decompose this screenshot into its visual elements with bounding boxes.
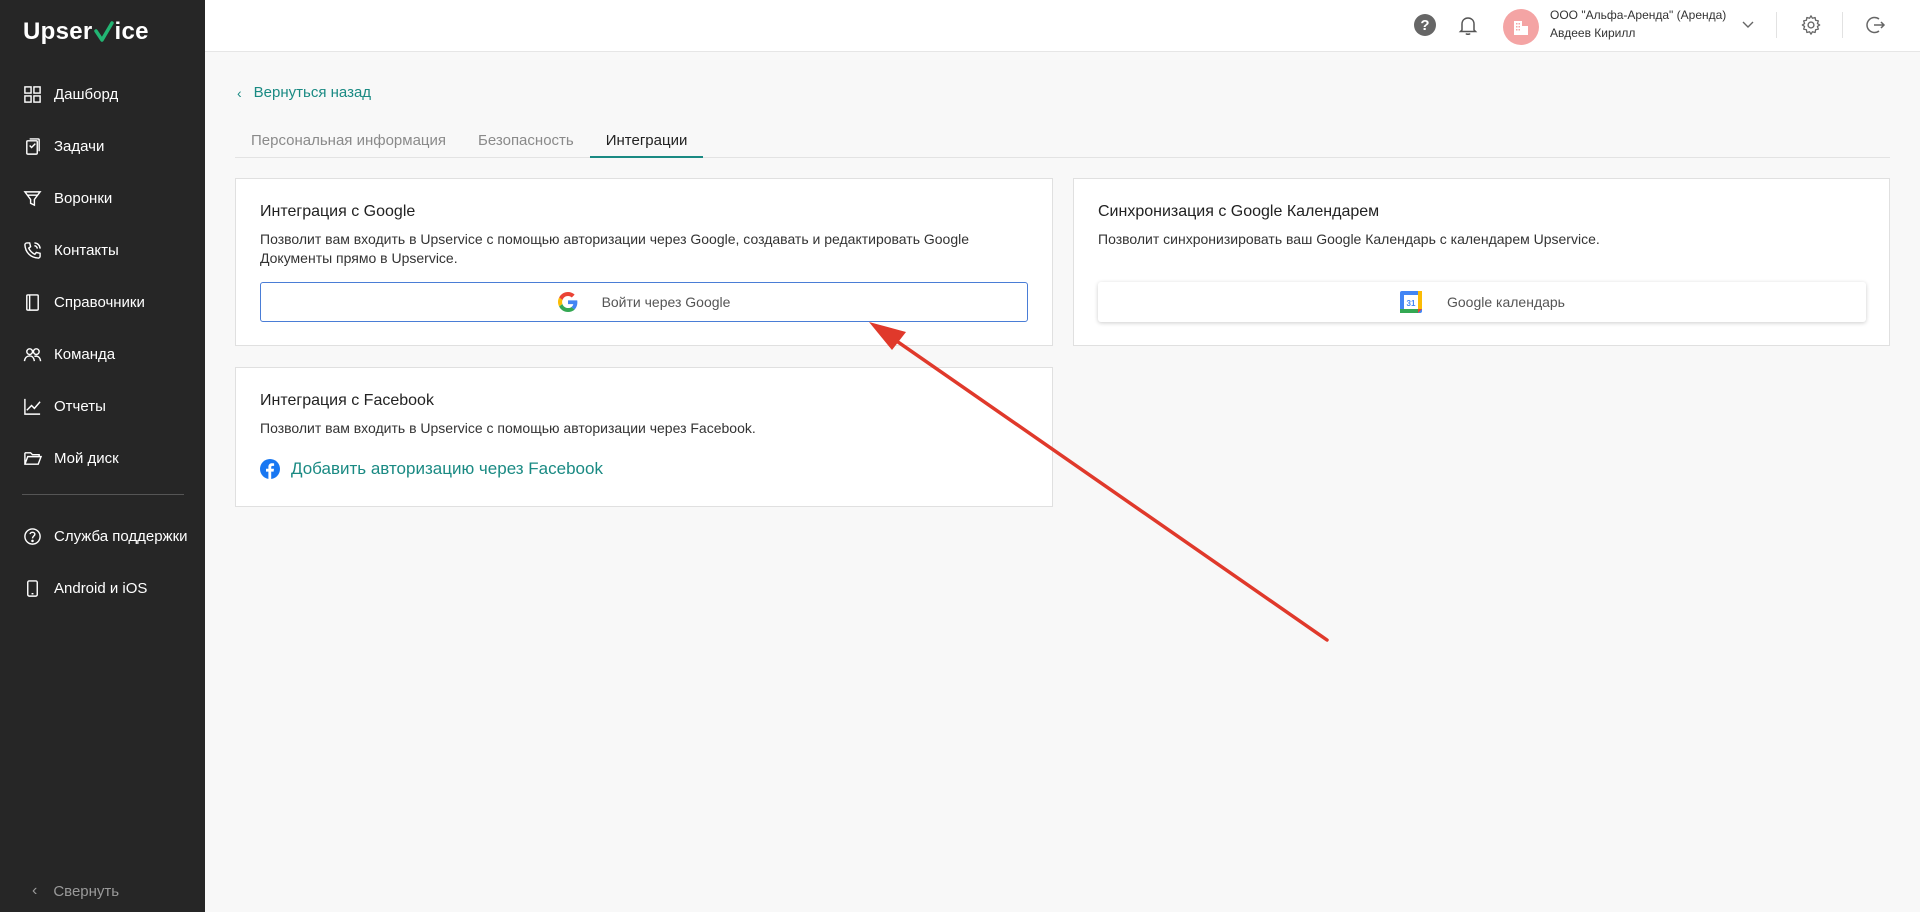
- folder-icon: [22, 448, 42, 468]
- help-icon[interactable]: ?: [1414, 14, 1436, 36]
- back-link[interactable]: ‹ Вернуться назад: [237, 84, 371, 101]
- sidebar-item-mobile-apps[interactable]: Android и iOS: [0, 562, 205, 614]
- google-button-label: Войти через Google: [601, 294, 731, 310]
- sidebar-secondary-nav: Служба поддержки Android и iOS: [0, 510, 205, 614]
- user-name[interactable]: Авдеев Кирилл: [1550, 26, 1635, 40]
- gear-icon[interactable]: [1800, 14, 1822, 36]
- funnel-icon: [22, 188, 42, 208]
- add-facebook-auth-link[interactable]: Добавить авторизацию через Facebook: [260, 459, 603, 479]
- sidebar-item-label: Отчеты: [54, 397, 106, 415]
- sidebar-item-label: Служба поддержки: [54, 527, 188, 545]
- sidebar-item-label: Дашборд: [54, 85, 119, 103]
- sidebar-item-label: Контакты: [54, 241, 119, 259]
- sidebar-nav: Дашборд Задачи Воронки Контакты Справочн…: [0, 68, 205, 484]
- google-calendar-button[interactable]: 31 Google календарь: [1098, 282, 1866, 322]
- book-icon: [22, 292, 42, 312]
- avatar[interactable]: [1503, 9, 1539, 45]
- chevron-down-icon[interactable]: [1740, 16, 1756, 32]
- collapse-label: Свернуть: [53, 882, 120, 900]
- header-divider: [1842, 12, 1843, 38]
- tab-personal-info[interactable]: Персональная информация: [235, 128, 462, 158]
- card-description-line: Позволит вам входить в Upservice с помощ…: [260, 231, 970, 247]
- sidebar-item-reports[interactable]: Отчеты: [0, 380, 205, 432]
- google-calendar-icon: 31: [1400, 291, 1422, 313]
- calendar-button-label: Google календарь: [1447, 294, 1565, 310]
- sidebar-divider: [22, 494, 184, 495]
- sidebar-item-tasks[interactable]: Задачи: [0, 120, 205, 172]
- facebook-link-label: Добавить авторизацию через Facebook: [291, 459, 603, 478]
- phone-icon: [22, 578, 42, 598]
- building-icon: [1514, 21, 1528, 35]
- sidebar-item-funnels[interactable]: Воронки: [0, 172, 205, 224]
- app-logo[interactable]: Upser ice: [23, 18, 149, 46]
- google-sign-in-button[interactable]: Войти через Google: [260, 282, 1028, 322]
- sidebar-item-team[interactable]: Команда: [0, 328, 205, 380]
- card-description: Позволит вам входить в Upservice с помощ…: [260, 230, 969, 268]
- team-icon: [22, 344, 42, 364]
- bell-icon[interactable]: [1457, 14, 1479, 36]
- card-title: Интеграция с Google: [260, 203, 416, 220]
- logo-text-left: Upser: [23, 18, 93, 45]
- tasks-icon: [22, 136, 42, 156]
- sidebar-item-label: Команда: [54, 345, 116, 363]
- sidebar-item-label: Воронки: [54, 189, 113, 207]
- facebook-icon: [260, 459, 280, 479]
- chevron-left-icon: ‹: [237, 84, 242, 101]
- card-title: Интеграция с Facebook: [260, 392, 434, 409]
- chart-icon: [22, 396, 42, 416]
- tab-integrations[interactable]: Интеграции: [589, 128, 704, 158]
- tab-security[interactable]: Безопасность: [462, 128, 590, 158]
- contacts-icon: [22, 240, 42, 260]
- dashboard-icon: [22, 84, 42, 104]
- card-title: Синхронизация с Google Календарем: [1098, 203, 1380, 220]
- card-description-line: Документы прямо в Upservice.: [260, 250, 458, 266]
- help-circle-icon: [22, 526, 42, 546]
- card-description: Позволит синхронизировать ваш Google Кал…: [1098, 231, 1600, 247]
- sidebar-item-dashboard[interactable]: Дашборд: [0, 68, 205, 120]
- collapse-sidebar-button[interactable]: ‹ Свернуть: [32, 882, 119, 900]
- logo-check-icon: [93, 21, 114, 42]
- calendar-sync-card: Синхронизация с Google Календарем Позвол…: [1073, 178, 1890, 346]
- google-integration-card: Интеграция с Google Позволит вам входить…: [235, 178, 1053, 346]
- sidebar-item-label: Задачи: [54, 137, 105, 155]
- logout-icon[interactable]: [1864, 14, 1886, 36]
- back-link-label: Вернуться назад: [253, 84, 372, 101]
- sidebar-item-contacts[interactable]: Контакты: [0, 224, 205, 276]
- company-name[interactable]: ООО "Альфа-Аренда" (Аренда): [1550, 8, 1726, 22]
- sidebar-item-support[interactable]: Служба поддержки: [0, 510, 205, 562]
- top-header: ? ООО "Альфа-Аренда" (Аренда) Авдеев Кир…: [205, 0, 1920, 52]
- facebook-integration-card: Интеграция с Facebook Позволит вам входи…: [235, 367, 1053, 507]
- sidebar-item-label: Мой диск: [54, 449, 119, 467]
- calendar-day-number: 31: [1407, 299, 1416, 308]
- sidebar-item-label: Справочники: [54, 293, 145, 311]
- sidebar-item-my-disk[interactable]: Мой диск: [0, 432, 205, 484]
- settings-tabs: Персональная информация Безопасность Инт…: [235, 128, 1890, 158]
- sidebar: Upser ice Дашборд Задачи Воронки Контакт…: [0, 0, 205, 912]
- google-icon: [557, 292, 577, 312]
- chevron-left-icon: ‹: [32, 882, 38, 899]
- sidebar-item-directories[interactable]: Справочники: [0, 276, 205, 328]
- card-description: Позволит вам входить в Upservice с помощ…: [260, 420, 756, 436]
- header-divider: [1776, 12, 1777, 38]
- logo-text-right: ice: [114, 18, 149, 45]
- sidebar-item-label: Android и iOS: [54, 579, 148, 597]
